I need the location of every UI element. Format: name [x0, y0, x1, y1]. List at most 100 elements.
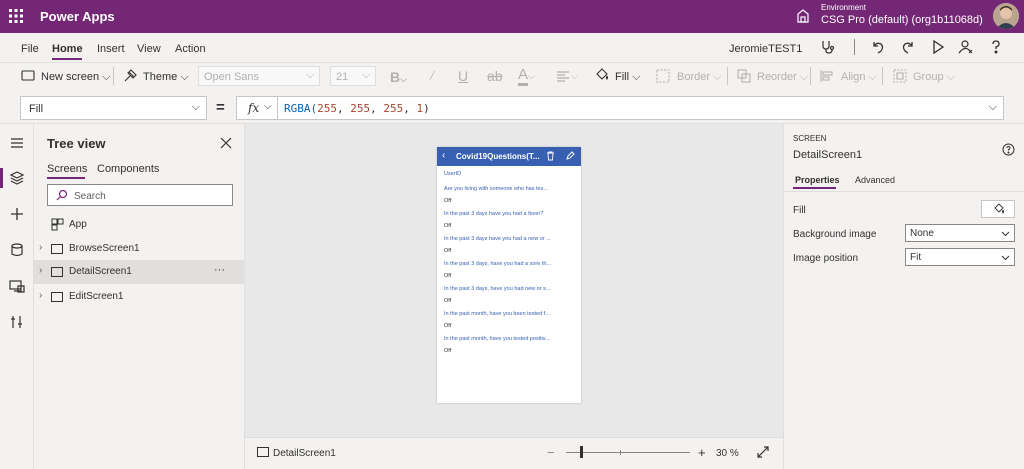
preview-answer: Off — [444, 323, 452, 329]
border-label: Border — [677, 71, 711, 83]
selected-kind: SCREEN — [793, 134, 827, 143]
user-avatar[interactable] — [993, 3, 1019, 29]
group-button[interactable]: Group ⌵ — [913, 71, 955, 84]
italic-icon[interactable]: / — [430, 69, 434, 85]
theme-icon — [123, 69, 137, 83]
formula-input[interactable]: RGBA(255, 255, 255, 1) ⌵ — [278, 96, 1004, 120]
zoom-slider-track[interactable] — [566, 452, 690, 453]
hamburger-menu-icon[interactable] — [9, 135, 25, 151]
zoom-out-button[interactable]: − — [547, 445, 555, 460]
data-icon[interactable] — [9, 242, 25, 258]
fill-bucket-icon — [993, 203, 1005, 215]
help-icon[interactable] — [1002, 143, 1015, 156]
chevron-down-icon: ⌵ — [799, 71, 809, 83]
formula-value: RGBA(255, 255, 255, 1) — [284, 102, 430, 115]
equals-sign: = — [216, 99, 225, 116]
more-options-icon[interactable]: ··· — [214, 264, 225, 276]
preview-answer: Off — [444, 273, 452, 279]
tree-item-label: DetailScreen1 — [69, 266, 132, 277]
rail-active-indicator — [0, 168, 3, 188]
chevron-down-icon[interactable]: ⌵ — [989, 101, 997, 114]
strikethrough-icon[interactable]: ab — [487, 68, 503, 84]
zoom-level: 30 % — [716, 448, 739, 459]
font-family-select[interactable]: Open Sans ⌵ — [198, 66, 320, 86]
current-screen-label[interactable]: DetailScreen1 — [273, 448, 336, 459]
tree-view-title: Tree view — [47, 136, 106, 151]
background-image-label: Background image — [793, 229, 877, 240]
group-label: Group — [913, 71, 944, 83]
edit-icon[interactable] — [566, 151, 575, 160]
chevron-down-icon — [1001, 229, 1010, 238]
help-icon[interactable] — [988, 39, 1004, 55]
zoom-slider-thumb[interactable] — [580, 446, 583, 458]
search-icon — [56, 189, 68, 201]
image-position-select[interactable]: Fit — [905, 248, 1015, 266]
active-tab-indicator — [47, 177, 85, 179]
environment-value[interactable]: CSG Pro (default) (org1b11068d) — [821, 14, 983, 26]
font-size-select[interactable]: 21 ⌵ — [330, 66, 376, 86]
fill-color-picker[interactable] — [981, 200, 1015, 218]
bold-icon[interactable]: B⌵ — [390, 69, 407, 85]
tab-advanced[interactable]: Advanced — [855, 175, 895, 185]
border-button[interactable]: Border ⌵ — [677, 71, 721, 84]
preview-question: In the past 3 days, have you had a sore … — [444, 261, 552, 267]
tree-item-editscreen1[interactable]: › EditScreen1 — [34, 285, 245, 309]
tab-properties[interactable]: Properties — [795, 175, 840, 185]
tree-item-app[interactable]: App — [34, 213, 245, 237]
group-icon — [893, 69, 907, 83]
new-screen-icon — [21, 69, 35, 83]
layers-icon[interactable] — [9, 170, 25, 186]
undo-icon[interactable] — [870, 39, 886, 55]
chevron-down-icon: ⌵ — [191, 101, 200, 113]
advanced-tools-icon[interactable] — [9, 314, 25, 330]
tree-item-browsescreen1[interactable]: › BrowseScreen1 — [34, 237, 245, 261]
chevron-down-icon: ⌵ — [180, 71, 189, 83]
preview-answer: Off — [444, 198, 452, 204]
add-icon[interactable] — [9, 206, 25, 222]
media-icon[interactable] — [9, 278, 25, 294]
tree-item-detailscreen1[interactable]: › DetailScreen1 ··· — [34, 260, 245, 284]
menu-action[interactable]: Action — [175, 43, 206, 55]
text-align-icon[interactable] — [556, 69, 570, 83]
menu-file[interactable]: File — [21, 43, 39, 55]
screen-icon — [257, 447, 269, 457]
fit-to-window-icon[interactable] — [757, 446, 769, 458]
new-screen-button[interactable]: New screen ⌵ — [41, 71, 110, 84]
menu-home[interactable]: Home — [52, 43, 83, 55]
font-color-icon[interactable]: A⌵ — [518, 66, 535, 86]
zoom-in-button[interactable]: + — [698, 445, 706, 460]
align-button[interactable]: Align ⌵ — [841, 71, 877, 84]
app-launcher-icon[interactable] — [8, 8, 24, 24]
chevron-right-icon[interactable]: › — [39, 290, 42, 301]
preview-question: In the past month, have you tested posit… — [444, 336, 550, 342]
back-arrow-icon[interactable]: ‹ — [442, 150, 445, 161]
search-placeholder: Search — [74, 191, 106, 202]
function-button[interactable]: fx ⌵ — [236, 96, 278, 120]
property-select[interactable]: Fill ⌵ — [20, 96, 207, 120]
menu-insert[interactable]: Insert — [97, 43, 125, 55]
fill-property-label: Fill — [793, 205, 806, 216]
app-title[interactable]: Power Apps — [40, 9, 115, 24]
share-user-icon[interactable] — [958, 39, 974, 55]
theme-button[interactable]: Theme ⌵ — [143, 71, 189, 84]
redo-icon[interactable] — [900, 39, 916, 55]
tab-components[interactable]: Components — [97, 163, 159, 175]
preview-question: In the past 3 days have you had a fever? — [444, 211, 544, 217]
reorder-button[interactable]: Reorder ⌵ — [757, 71, 808, 84]
preview-question: In the past 3 days, have you had new or … — [444, 286, 551, 292]
delete-icon[interactable] — [546, 151, 555, 161]
chevron-down-icon: ⌵ — [571, 71, 578, 81]
close-icon[interactable] — [220, 137, 232, 149]
underline-icon[interactable]: U — [458, 68, 468, 84]
background-image-select[interactable]: None — [905, 224, 1015, 242]
play-icon[interactable] — [930, 39, 946, 55]
tree-item-label: App — [69, 219, 87, 230]
menu-view[interactable]: View — [137, 43, 161, 55]
tree-search-input[interactable]: Search — [47, 184, 233, 206]
fill-button[interactable]: Fill ⌵ — [615, 71, 640, 84]
chevron-right-icon[interactable]: › — [39, 242, 42, 253]
app-checker-icon[interactable] — [820, 39, 836, 55]
tab-screens[interactable]: Screens — [47, 163, 87, 175]
chevron-right-icon[interactable]: › — [39, 265, 42, 276]
app-name: JeromieTEST1 — [729, 43, 803, 55]
